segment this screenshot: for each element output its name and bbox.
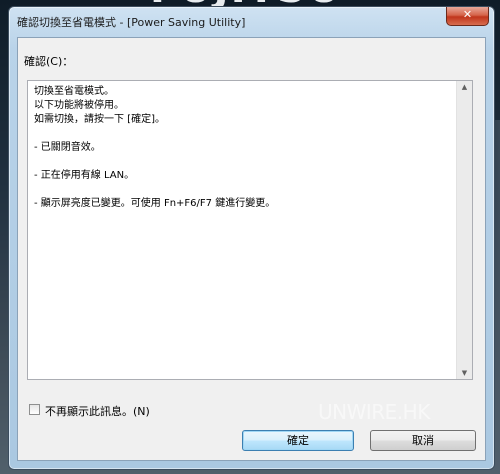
ok-button[interactable]: 確定 [242,430,354,451]
message-line: - 正在停用有線 LAN。 [34,170,135,181]
message-line: - 顯示屏亮度已變更。可使用 Fn+F6/F7 鍵進行變更。 [34,198,276,209]
message-line: - 已關閉音效。 [34,142,101,153]
window-title: 確認切換至省電模式 - [Power Saving Utility] [17,16,246,29]
title-bar[interactable]: 確認切換至省電模式 - [Power Saving Utility] ✕ [9,7,494,35]
message-line: 如需切換，請按一下 [確定]。 [34,114,165,125]
message-line: 以下功能將被停用。 [34,100,124,111]
message-line [34,183,452,197]
message-textbox[interactable]: 切換至省電模式。 以下功能將被停用。 如需切換，請按一下 [確定]。 - 已關閉… [27,80,473,380]
dont-show-again-label[interactable]: 不再顯示此訊息。(N) [45,403,150,419]
dialog-body: 確認(C)： 切換至省電模式。 以下功能將被停用。 如需切換，請按一下 [確定]… [17,37,486,461]
message-text: 切換至省電模式。 以下功能將被停用。 如需切換，請按一下 [確定]。 - 已關閉… [34,85,452,211]
message-line: 切換至省電模式。 [34,86,114,97]
cancel-button[interactable]: 取消 [370,430,476,451]
scroll-up-arrow-icon[interactable]: ▲ [457,83,472,91]
dont-show-again-checkbox[interactable] [29,404,40,415]
watermark: UNWIRE.HK [318,400,430,424]
dont-show-again-option[interactable]: 不再顯示此訊息。(N) [29,402,169,418]
scroll-down-arrow-icon[interactable]: ▼ [457,369,472,377]
message-line [34,127,452,141]
message-line [34,155,452,169]
confirm-label: 確認(C)： [24,55,74,68]
close-icon: ✕ [462,8,473,21]
close-button[interactable]: ✕ [446,7,489,26]
vertical-scrollbar[interactable]: ▲ ▼ [456,81,472,379]
